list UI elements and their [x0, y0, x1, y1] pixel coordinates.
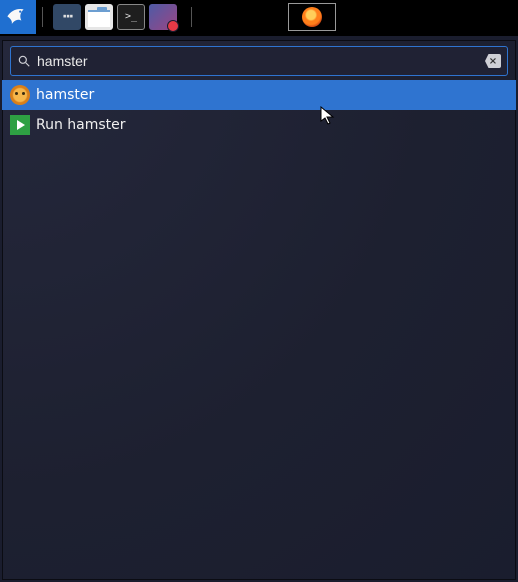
search-input[interactable] [31, 53, 485, 69]
search-icon [17, 54, 31, 68]
hamster-icon [10, 85, 30, 105]
search-field-wrapper[interactable]: × [10, 46, 508, 76]
result-item-hamster[interactable]: hamster [2, 80, 516, 110]
panel-separator [42, 7, 43, 27]
applications-menu-button[interactable] [0, 0, 36, 34]
show-desktop-launcher[interactable]: ∙∙∙ [53, 4, 81, 30]
kali-dragon-icon [4, 1, 32, 33]
screen-recorder-launcher[interactable] [149, 4, 177, 30]
firefox-icon [302, 7, 322, 27]
top-panel: ∙∙∙ [0, 0, 518, 36]
run-icon [10, 115, 30, 135]
result-item-label: hamster [36, 87, 94, 103]
result-item-label: Run hamster [36, 117, 126, 133]
clear-search-icon[interactable]: × [485, 54, 501, 68]
search-results-list: hamster Run hamster [2, 80, 516, 580]
result-item-run-hamster[interactable]: Run hamster [2, 110, 516, 140]
terminal-launcher[interactable] [117, 4, 145, 30]
file-manager-launcher[interactable] [85, 4, 113, 30]
application-menu-panel: × hamster Run hamster [2, 40, 516, 580]
dots-icon: ∙∙∙ [62, 9, 72, 25]
taskbar-window-firefox[interactable] [288, 3, 336, 31]
panel-separator [191, 7, 192, 27]
